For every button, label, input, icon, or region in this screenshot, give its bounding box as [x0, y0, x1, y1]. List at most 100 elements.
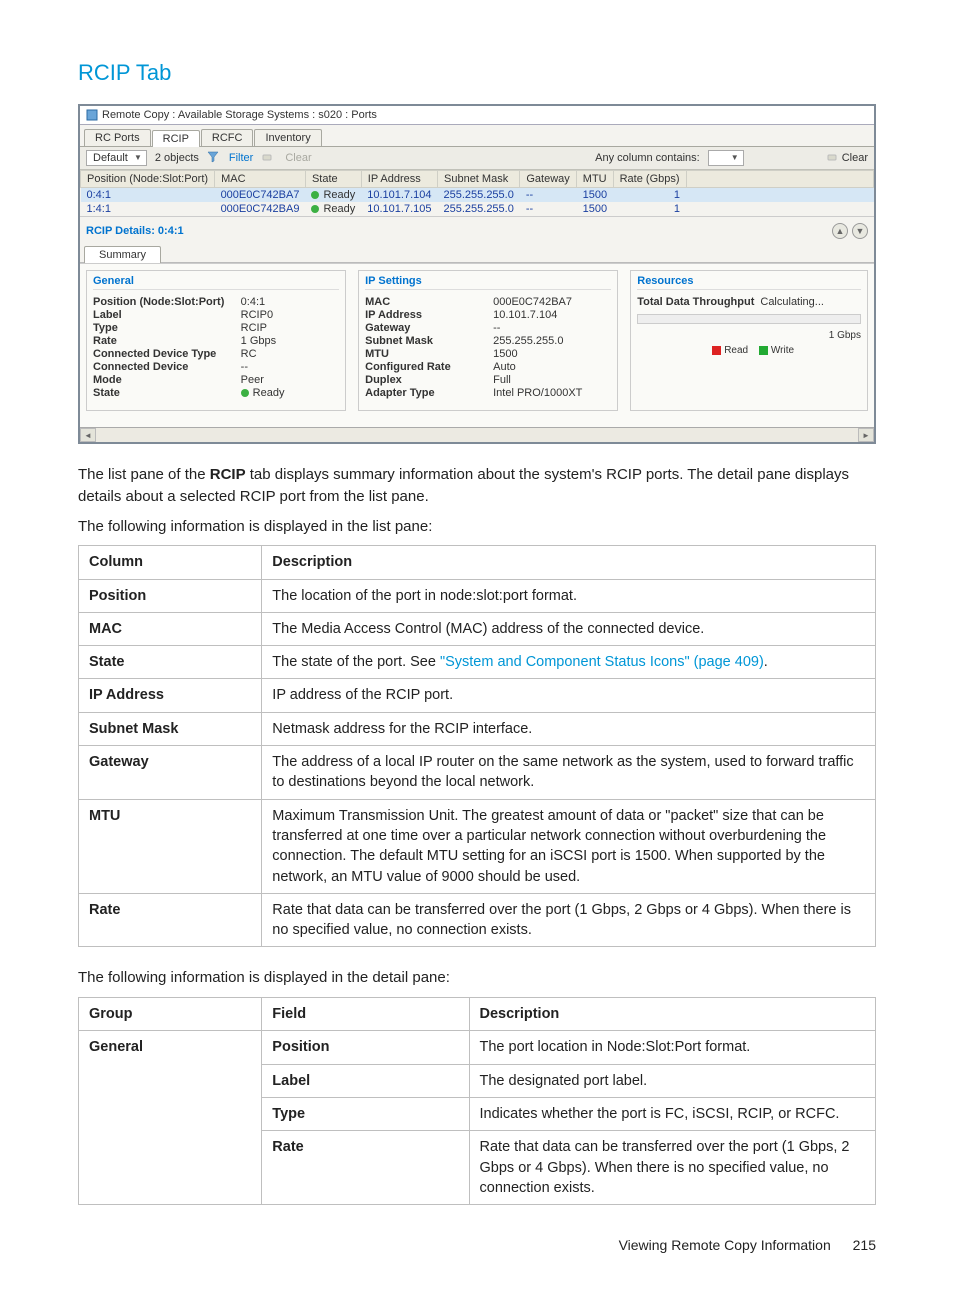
cell: Netmask address for the RCIP interface.: [262, 712, 876, 745]
cell: Ready: [305, 202, 361, 216]
view-dropdown[interactable]: Default: [86, 150, 147, 166]
cell: Indicates whether the port is FC, iSCSI,…: [469, 1098, 875, 1131]
col-rate[interactable]: Rate (Gbps): [613, 171, 686, 188]
cell: Rate that data can be transferred over t…: [469, 1131, 875, 1205]
scroll-right-icon[interactable]: ►: [858, 428, 874, 442]
col-mtu[interactable]: MTU: [576, 171, 613, 188]
col-state[interactable]: State: [305, 171, 361, 188]
filter-link[interactable]: Filter: [229, 152, 253, 164]
kv-val: Auto: [493, 361, 611, 373]
kv-key: Label: [93, 309, 241, 321]
col-ip[interactable]: IP Address: [361, 171, 437, 188]
kv-val: --: [241, 361, 339, 373]
legend-read-label: Read: [724, 345, 748, 356]
list-pane-description-table: Column Description PositionThe location …: [78, 545, 876, 947]
cell: Label: [262, 1064, 469, 1097]
cell: The state of the port. See "System and C…: [262, 646, 876, 679]
col-subnet[interactable]: Subnet Mask: [438, 171, 520, 188]
cell: Gateway: [79, 746, 262, 800]
throughput-value: Calculating...: [760, 296, 824, 308]
scroll-track[interactable]: [96, 429, 858, 441]
cell: 255.255.255.0: [438, 202, 520, 216]
cell: The designated port label.: [469, 1064, 875, 1097]
throughput-label: Total Data Throughput: [637, 296, 754, 308]
col-gateway[interactable]: Gateway: [520, 171, 576, 188]
detail-panels: General Position (Node:Slot:Port)0:4:1 L…: [80, 263, 874, 427]
clear-icon-left: [261, 151, 273, 166]
cell: Type: [262, 1098, 469, 1131]
cell: --: [520, 188, 576, 203]
tab-rcip[interactable]: RCIP: [152, 130, 200, 147]
cell: [686, 188, 873, 203]
cell: 000E0C742BA9: [215, 202, 306, 216]
xref-link[interactable]: "System and Component Status Icons" (pag…: [440, 654, 764, 670]
th-description: Description: [469, 998, 875, 1031]
list-row[interactable]: 1:4:1 000E0C742BA9 Ready 10.101.7.105 25…: [81, 202, 874, 216]
status-dot-icon: [311, 191, 319, 199]
page-footer: Viewing Remote Copy Information 215: [78, 1237, 876, 1253]
collapse-down-icon[interactable]: ▼: [852, 223, 868, 239]
cell: IP address of the RCIP port.: [262, 679, 876, 712]
cell: 000E0C742BA7: [215, 188, 306, 203]
list-pane-table: Position (Node:Slot:Port) MAC State IP A…: [80, 170, 874, 216]
panel-general-heading: General: [93, 273, 339, 290]
cell: The port location in Node:Slot:Port form…: [469, 1031, 875, 1064]
any-column-label: Any column contains:: [595, 152, 700, 164]
legend-write-swatch: [759, 346, 768, 355]
kv-val: 10.101.7.104: [493, 309, 611, 321]
detail-pane-description-table: Group Field Description General Position…: [78, 997, 876, 1205]
any-column-dropdown[interactable]: [708, 150, 744, 166]
panel-ip-heading: IP Settings: [365, 273, 611, 290]
tab-rcfc[interactable]: RCFC: [201, 129, 254, 146]
paragraph: The following information is displayed i…: [78, 967, 876, 989]
window-title-text: Remote Copy : Available Storage Systems …: [102, 109, 377, 121]
cell: 1:4:1: [81, 202, 215, 216]
horizontal-scrollbar[interactable]: ◄ ►: [80, 427, 874, 442]
status-dot-icon: [311, 205, 319, 213]
cell: Rate that data can be transferred over t…: [262, 893, 876, 947]
col-mac[interactable]: MAC: [215, 171, 306, 188]
clear-icon-right[interactable]: [826, 151, 838, 166]
kv-val: --: [493, 322, 611, 334]
cell: [686, 202, 873, 216]
throughput-scale: 1 Gbps: [637, 330, 861, 341]
col-position[interactable]: Position (Node:Slot:Port): [81, 171, 215, 188]
window-icon: [86, 109, 98, 121]
cell: The address of a local IP router on the …: [262, 746, 876, 800]
collapse-up-icon[interactable]: ▲: [832, 223, 848, 239]
kv-val: RC: [241, 348, 339, 360]
kv-val: Full: [493, 374, 611, 386]
cell: --: [520, 202, 576, 216]
status-dot-icon: [241, 389, 249, 397]
tab-rc-ports[interactable]: RC Ports: [84, 129, 151, 146]
scroll-left-icon[interactable]: ◄: [80, 428, 96, 442]
tab-inventory[interactable]: Inventory: [254, 129, 321, 146]
rcip-screenshot: Remote Copy : Available Storage Systems …: [78, 104, 876, 444]
kv-key: IP Address: [365, 309, 493, 321]
cell: 255.255.255.0: [438, 188, 520, 203]
cell: 1: [613, 202, 686, 216]
kv-key: Rate: [93, 335, 241, 347]
cell: The location of the port in node:slot:po…: [262, 579, 876, 612]
toolbar: Default 2 objects Filter Clear Any colum…: [80, 147, 874, 170]
tab-summary[interactable]: Summary: [84, 246, 161, 263]
cell-group: General: [79, 1031, 262, 1205]
clear-link-right[interactable]: Clear: [842, 152, 868, 164]
filter-icon[interactable]: [207, 151, 219, 166]
th-column: Column: [79, 546, 262, 579]
cell: MTU: [79, 799, 262, 893]
kv-key: MAC: [365, 296, 493, 308]
kv-key: Mode: [93, 374, 241, 386]
panel-ip-settings: IP Settings MAC000E0C742BA7 IP Address10…: [358, 270, 618, 411]
clear-link-left[interactable]: Clear: [285, 152, 311, 164]
kv-key: Subnet Mask: [365, 335, 493, 347]
kv-val: 000E0C742BA7: [493, 296, 611, 308]
list-row[interactable]: 0:4:1 000E0C742BA7 Ready 10.101.7.104 25…: [81, 188, 874, 203]
kv-val: 1 Gbps: [241, 335, 339, 347]
cell: 1500: [576, 188, 613, 203]
cell: Rate: [79, 893, 262, 947]
kv-val: Peer: [241, 374, 339, 386]
kv-key: Type: [93, 322, 241, 334]
cell: IP Address: [79, 679, 262, 712]
details-title: RCIP Details: 0:4:1 ▲ ▼: [80, 216, 874, 243]
